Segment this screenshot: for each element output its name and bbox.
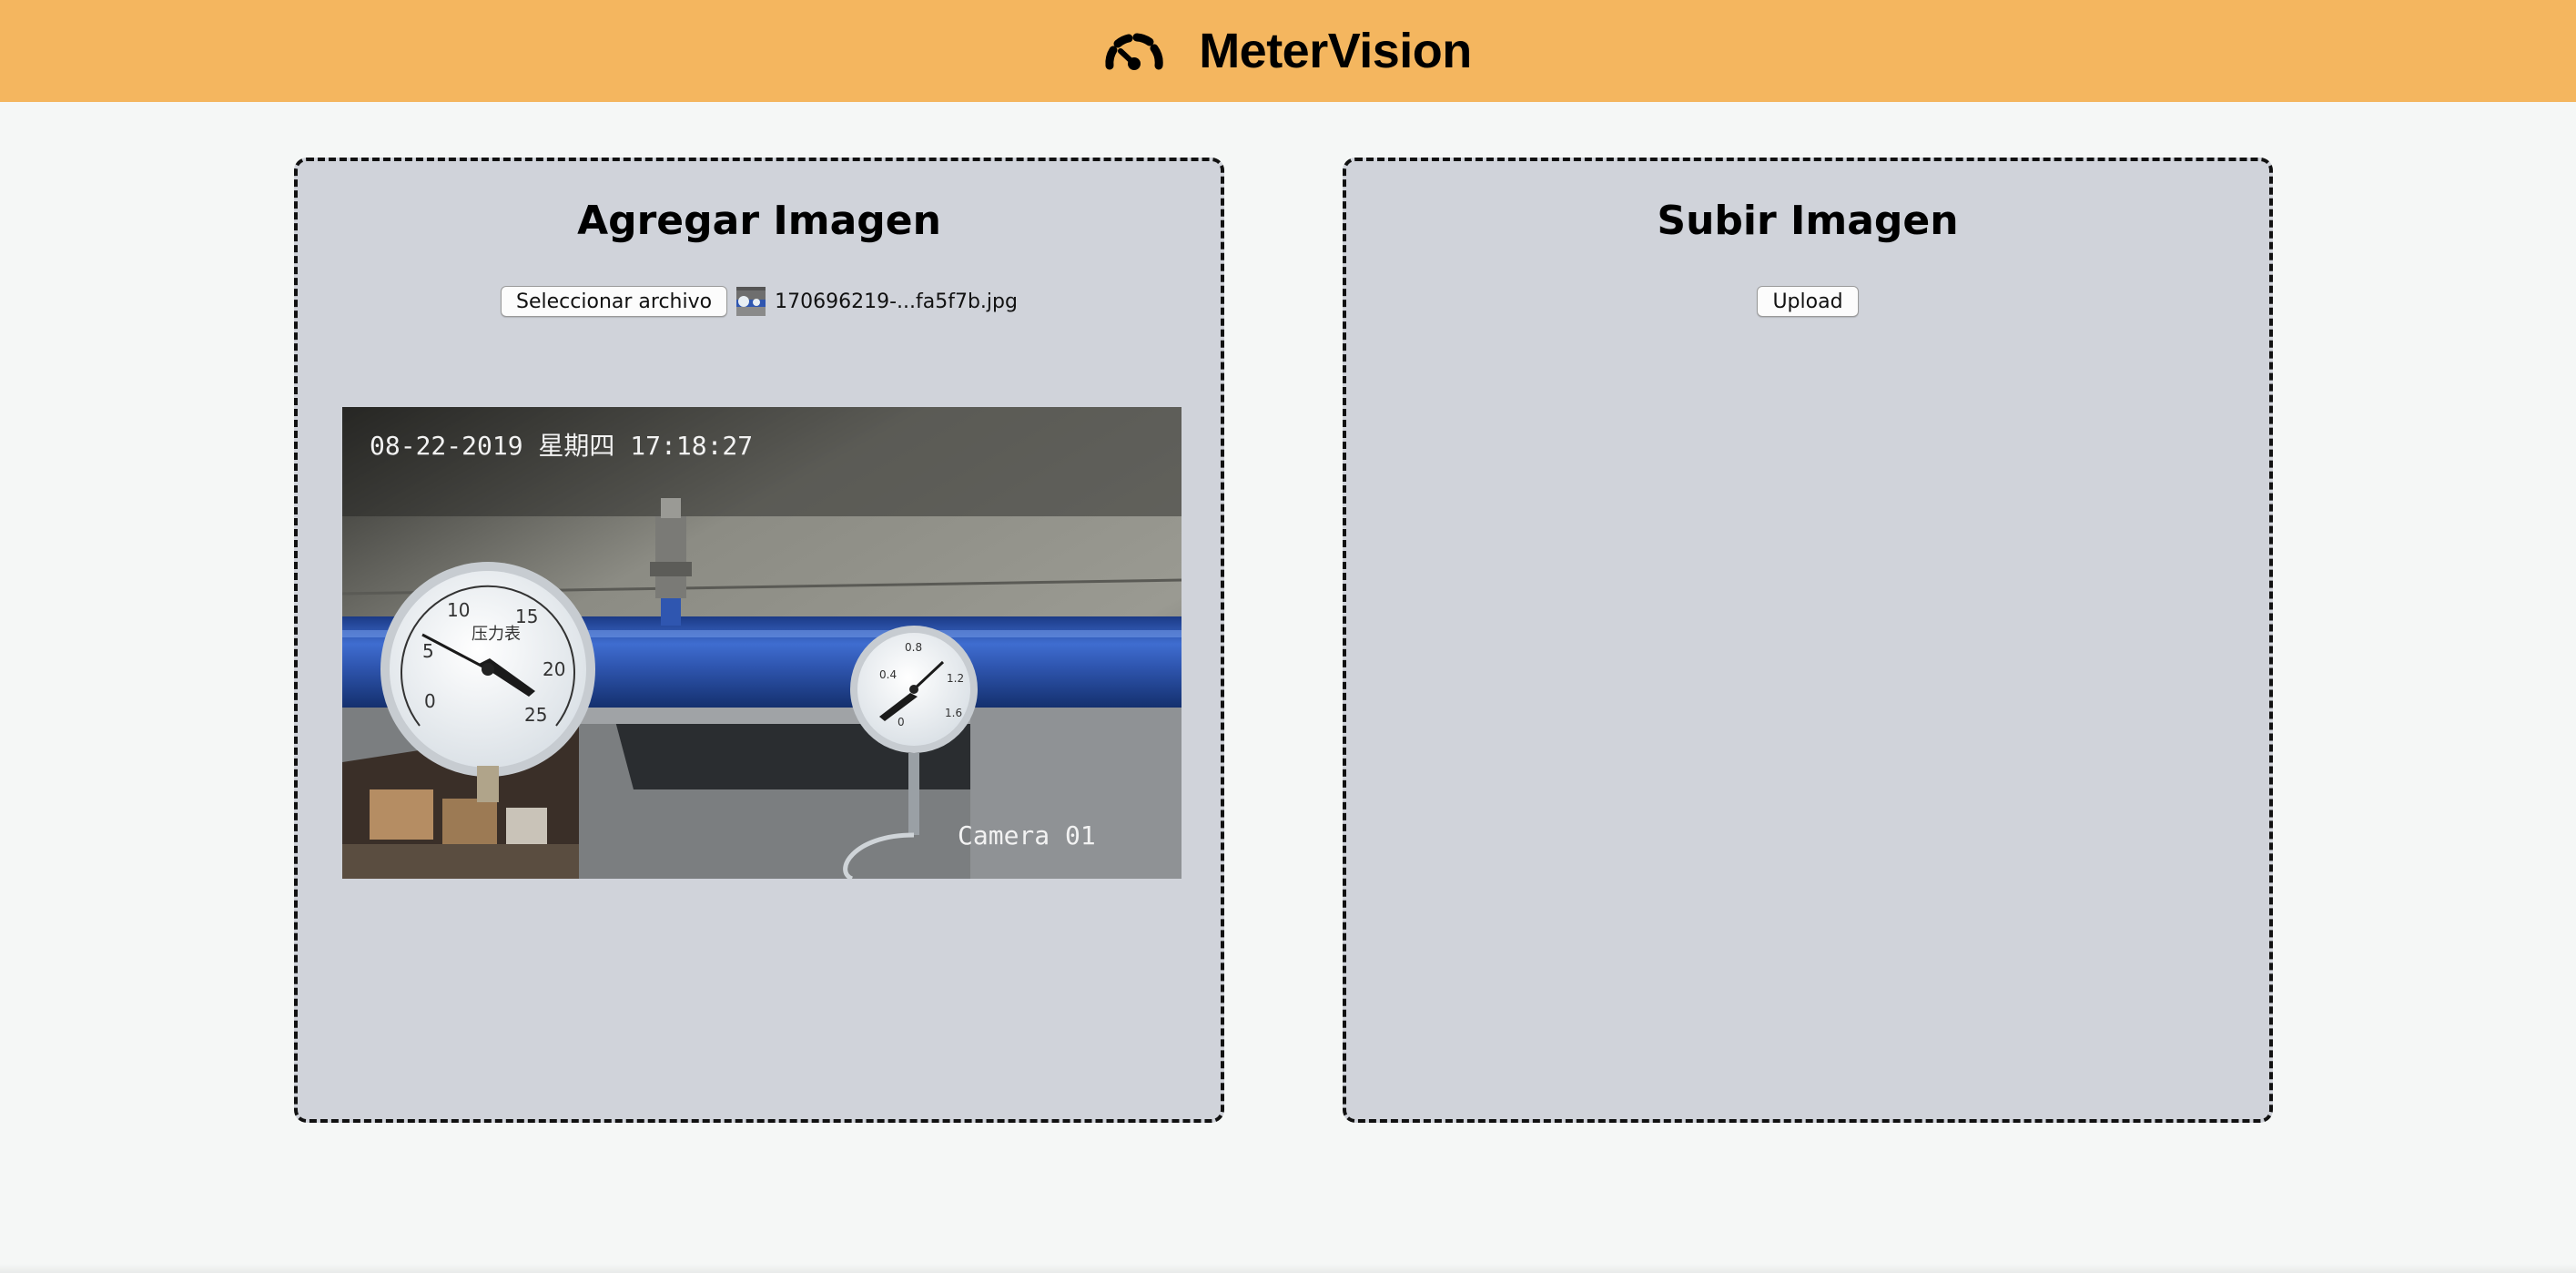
svg-text:20: 20 [543, 658, 565, 680]
svg-text:1.6: 1.6 [945, 707, 962, 719]
file-input: Seleccionar archivo 170696219-...fa5f7b.… [298, 286, 1221, 317]
upload-image-panel: Subir Imagen Upload [1343, 158, 2273, 1123]
brand: MeterVision [1104, 23, 1472, 79]
svg-text:0: 0 [898, 716, 905, 728]
svg-text:0.8: 0.8 [905, 641, 922, 654]
app-header: MeterVision [0, 0, 2576, 102]
upload-row: Upload [1346, 286, 2269, 317]
selected-file-name: 170696219-...fa5f7b.jpg [775, 290, 1018, 313]
upload-button[interactable]: Upload [1757, 286, 1859, 317]
footer-edge [0, 1264, 2576, 1273]
camera-timestamp: 08-22-2019 星期四 17:18:27 [370, 431, 753, 461]
svg-text:1.2: 1.2 [947, 672, 964, 685]
svg-text:0.4: 0.4 [879, 668, 897, 681]
svg-text:10: 10 [447, 599, 470, 621]
svg-text:0: 0 [424, 690, 436, 712]
add-image-panel: Agregar Imagen Seleccionar archivo 17069… [294, 158, 1224, 1123]
image-preview: 0 5 10 15 20 25 压力表 0 0.4 0.8 1.2 1.6 08… [342, 407, 1182, 879]
add-image-title: Agregar Imagen [577, 198, 941, 244]
svg-text:5: 5 [422, 640, 434, 662]
camera-label: Camera 01 [958, 820, 1096, 850]
app-title: MeterVision [1199, 24, 1472, 78]
choose-file-button[interactable]: Seleccionar archivo [501, 286, 728, 317]
gauge-icon [1104, 29, 1164, 73]
svg-text:压力表: 压力表 [472, 625, 521, 644]
upload-image-title: Subir Imagen [1657, 198, 1959, 244]
file-thumbnail-icon [736, 287, 766, 316]
svg-text:25: 25 [524, 704, 547, 726]
pressure-gauge-small: 0 0.4 0.8 1.2 1.6 [850, 626, 978, 753]
